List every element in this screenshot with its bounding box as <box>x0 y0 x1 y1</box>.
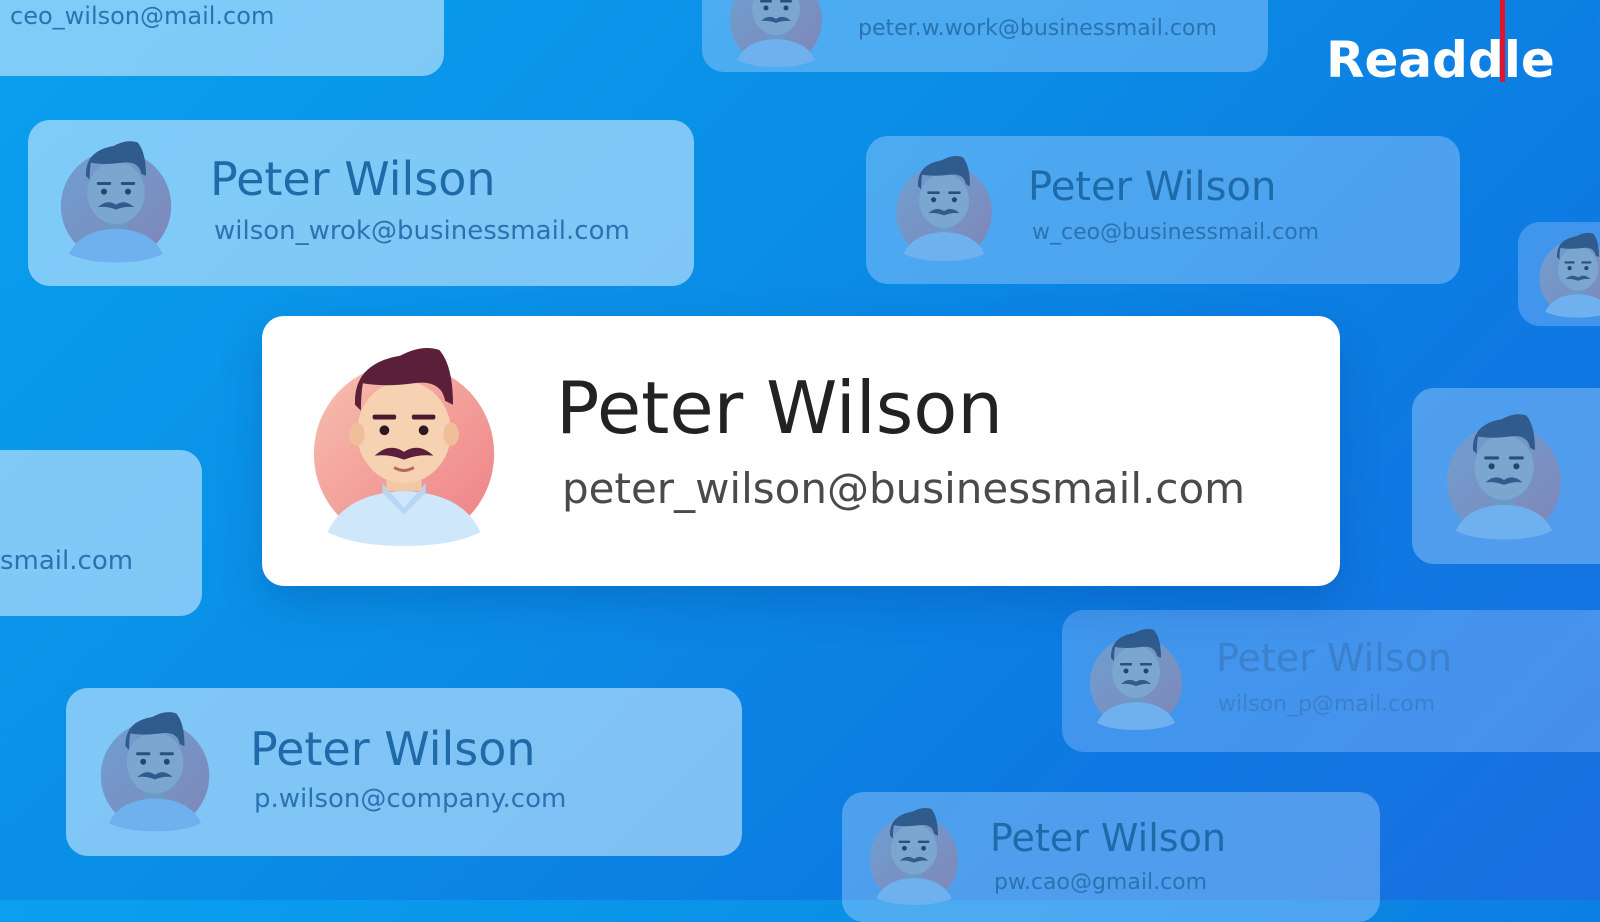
contact-card-w-ceo: Peter Wilson w_ceo@businessmail.com <box>866 136 1460 284</box>
man-avatar-icon <box>1442 400 1566 550</box>
contact-name: Peter Wilson <box>210 152 496 206</box>
contact-email: wilson_wrok@businessmail.com <box>214 216 630 246</box>
logo-accent-bar <box>1500 0 1505 82</box>
man-avatar-icon <box>1086 616 1186 740</box>
contact-card-pw-cao: Peter Wilson pw.cao@gmail.com <box>842 792 1380 922</box>
contact-name: Peter Wilson <box>1216 636 1452 680</box>
man-avatar-icon <box>56 130 176 270</box>
contact-card-partial-left: smail.com <box>0 450 202 616</box>
contact-email: p.wilson@company.com <box>254 784 567 814</box>
man-avatar-icon <box>1536 226 1600 322</box>
contact-email: wilson_p@mail.com <box>1218 692 1436 717</box>
contact-name: Peter Wilson <box>1028 164 1277 210</box>
contact-card-main[interactable]: Peter Wilson peter_wilson@businessmail.c… <box>262 316 1340 586</box>
readdle-logo: Readdle <box>1326 0 1555 90</box>
contact-card-wilson-p: Peter Wilson wilson_p@mail.com <box>1062 610 1600 752</box>
contact-card-ceo-wilson: ceo_wilson@mail.com <box>0 0 444 76</box>
contact-email: w_ceo@businessmail.com <box>1032 220 1320 245</box>
contact-card-wilson-wrok: Peter Wilson wilson_wrok@businessmail.co… <box>28 120 694 286</box>
man-avatar-icon <box>306 328 502 560</box>
contact-card-partial-right-large <box>1412 388 1600 564</box>
contact-email: peter.w.work@businessmail.com <box>858 16 1217 41</box>
contact-card-peter-w-work: peter.w.work@businessmail.com <box>702 0 1268 72</box>
man-avatar-icon <box>866 798 962 912</box>
man-avatar-icon <box>726 0 826 70</box>
man-avatar-icon <box>892 144 996 270</box>
man-avatar-icon <box>96 700 214 840</box>
contact-name: Peter Wilson <box>990 816 1226 860</box>
contact-email: peter_wilson@businessmail.com <box>562 464 1246 513</box>
contact-email: pw.cao@gmail.com <box>994 870 1208 895</box>
contact-name: Peter Wilson <box>250 722 536 776</box>
contact-email: smail.com <box>0 546 134 576</box>
contact-name: Peter Wilson <box>556 366 1003 450</box>
contact-card-partial-right <box>1518 222 1600 326</box>
contact-email: ceo_wilson@mail.com <box>10 2 275 30</box>
contact-card-p-wilson: Peter Wilson p.wilson@company.com <box>66 688 742 856</box>
